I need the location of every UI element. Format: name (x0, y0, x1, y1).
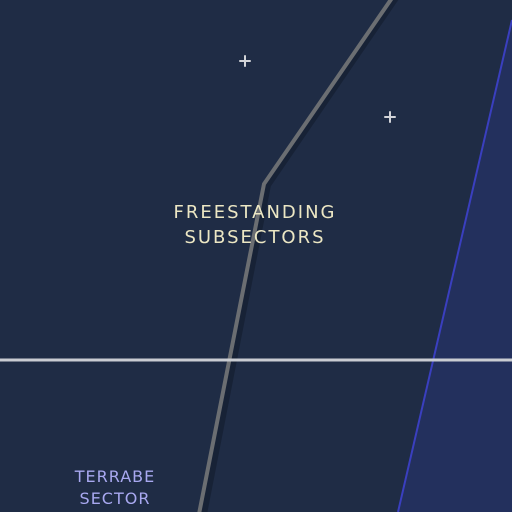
region-label: FREESTANDING SUBSECTORS (130, 200, 380, 250)
region-label-line-1: FREESTANDING (173, 202, 337, 223)
star-marker-icon[interactable] (239, 55, 251, 67)
sector-border-shadow (201, 0, 399, 512)
sector-label-line-2: SECTOR (79, 489, 151, 508)
sector-border (197, 0, 394, 512)
sector-label: TERRABE SECTOR (45, 466, 185, 510)
sector-label-line-1: TERRABE (74, 467, 156, 486)
region-label-line-2: SUBSECTORS (184, 227, 326, 248)
map-view[interactable]: FREESTANDING SUBSECTORS TERRABE SECTOR (0, 0, 512, 512)
star-marker-icon[interactable] (384, 111, 396, 123)
map-canvas[interactable] (0, 0, 512, 512)
